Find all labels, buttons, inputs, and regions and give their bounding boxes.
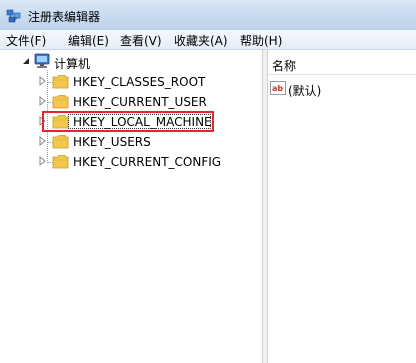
ab-string-icon: ab [270,81,286,95]
tree-item-computer[interactable]: 计算机 [0,53,200,71]
values-pane[interactable]: 名称 ab (默认) [268,50,416,363]
column-header-name[interactable]: 名称 [268,52,416,75]
menu-bar: 文件(F) 编辑(E) 查看(V) 收藏夹(A) 帮助(H) [0,30,416,50]
expand-arrow-icon[interactable] [37,135,47,147]
menu-help[interactable]: 帮助(H) [240,32,282,49]
collapse-arrow-icon[interactable] [21,55,31,67]
tree-item-hkey-current-user[interactable]: HKEY_CURRENT_USER [0,93,240,111]
computer-icon [34,53,50,68]
menu-favorites[interactable]: 收藏夹(A) [174,32,228,49]
menu-edit[interactable]: 编辑(E) [68,32,109,49]
value-name: (默认) [288,84,322,98]
tree-item-label: HKEY_CURRENT_CONFIG [73,155,222,169]
tree-item-hkey-users[interactable]: HKEY_USERS [0,133,240,151]
tree-item-label: HKEY_CURRENT_USER [73,95,207,109]
expand-arrow-icon[interactable] [37,75,47,87]
tree-item-label: HKEY_CLASSES_ROOT [73,75,206,89]
svg-text:ab: ab [272,84,283,93]
window-title: 注册表编辑器 [28,10,101,24]
value-row[interactable]: ab (默认) [270,80,416,98]
regedit-icon [6,9,21,23]
menu-file[interactable]: 文件(F) [6,32,46,49]
expand-arrow-icon[interactable] [37,155,47,167]
tree-item-label: HKEY_USERS [73,135,151,149]
tree-item-label: 计算机 [54,57,91,71]
expand-arrow-icon[interactable] [37,95,47,107]
column-header-label: 名称 [272,59,297,73]
highlight-box [42,111,214,132]
tree-pane[interactable]: 计算机 HKEY_CLASSES_ROOT HKEY_CURRENT_USER [0,50,263,363]
title-bar[interactable]: 注册表编辑器 [0,0,416,30]
tree-item-hkey-classes-root[interactable]: HKEY_CLASSES_ROOT [0,73,240,91]
folder-icon [52,75,69,89]
folder-icon [52,155,69,169]
folder-icon [52,95,69,109]
folder-icon [52,135,69,149]
tree-item-hkey-current-config[interactable]: HKEY_CURRENT_CONFIG [0,153,240,171]
menu-view[interactable]: 查看(V) [120,32,162,49]
